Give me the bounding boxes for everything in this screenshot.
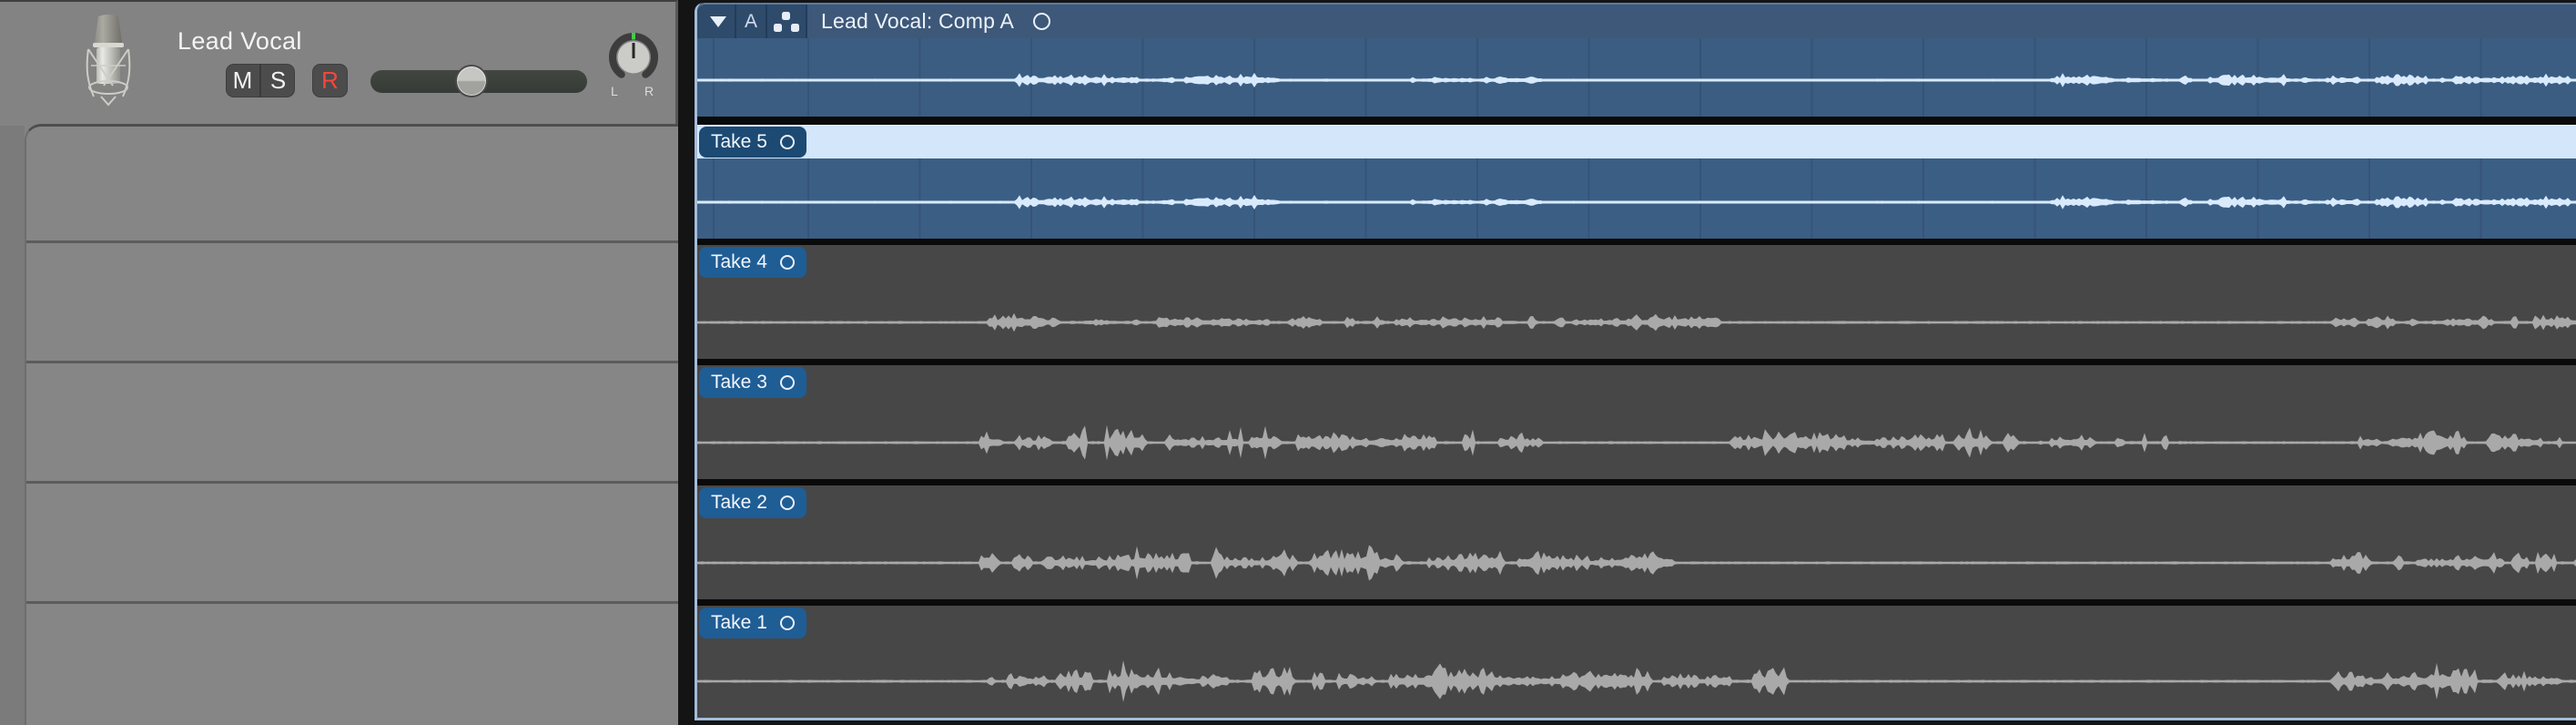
take-circle-icon xyxy=(780,616,795,630)
header-button-cells: A xyxy=(697,5,807,38)
track-lanes-panel[interactable] xyxy=(25,124,678,725)
disclosure-button[interactable] xyxy=(702,5,736,38)
take-folder-icon-button[interactable] xyxy=(767,5,807,38)
lane-gap xyxy=(697,117,2576,125)
comp-group-button[interactable]: A xyxy=(736,5,767,38)
volume-slider[interactable] xyxy=(370,70,587,93)
lane-separator xyxy=(26,601,678,604)
solo-button[interactable]: S xyxy=(261,64,295,97)
take-1-badge[interactable]: Take 1 xyxy=(699,608,806,638)
take-5-waveform xyxy=(697,158,2576,239)
logic-take-folder-view: Lead Vocal M S R L R xyxy=(0,0,2576,723)
take-badge-label: Take 5 xyxy=(711,131,767,153)
lane-gap xyxy=(697,599,2576,606)
microphone-track-icon[interactable] xyxy=(82,13,135,107)
lane-separator xyxy=(26,361,678,363)
lane-separator xyxy=(26,481,678,484)
comp-group-label: A xyxy=(745,11,757,33)
take-circle-icon xyxy=(780,255,795,270)
comp-lane[interactable] xyxy=(697,38,2576,117)
take-folder-header[interactable]: A Lead Vocal: Comp A xyxy=(697,3,2576,38)
take-5-badge[interactable]: Take 5 xyxy=(699,127,806,158)
track-header-panel[interactable]: Lead Vocal M S R L R xyxy=(0,0,678,723)
mute-solo-button-group: M S xyxy=(226,64,295,97)
pan-left-label: L xyxy=(611,84,618,98)
take-circle-icon xyxy=(780,375,795,390)
waveform-graphic xyxy=(697,158,2576,239)
mute-button[interactable]: M xyxy=(226,64,261,97)
disclosure-triangle-icon xyxy=(710,16,726,27)
waveform-graphic xyxy=(697,38,2576,117)
take-folder-icon xyxy=(774,11,799,33)
take-3-badge[interactable]: Take 3 xyxy=(699,367,806,398)
take-lane-5[interactable]: Take 5 xyxy=(697,125,2576,239)
take-lane-3[interactable]: Take 3 xyxy=(697,365,2576,479)
lane-gap xyxy=(697,239,2576,245)
take-1-waveform xyxy=(697,639,2576,718)
panel-left-margin xyxy=(0,126,25,725)
lane-gap xyxy=(697,479,2576,485)
comp-circle-icon xyxy=(1033,13,1050,30)
take-lane-1[interactable]: Take 1 xyxy=(697,606,2576,718)
take-circle-icon xyxy=(780,495,795,510)
take-badge-label: Take 1 xyxy=(711,612,767,634)
take-lane-2[interactable]: Take 2 xyxy=(697,485,2576,599)
lane-gap xyxy=(697,359,2576,365)
track-name[interactable]: Lead Vocal xyxy=(177,27,302,56)
waveform-graphic xyxy=(697,279,2576,359)
take-folder-title: Lead Vocal: Comp A xyxy=(821,9,1014,34)
take-badge-label: Take 2 xyxy=(711,492,767,514)
waveform-graphic xyxy=(697,399,2576,479)
take-badge-label: Take 4 xyxy=(711,251,767,273)
take-4-badge[interactable]: Take 4 xyxy=(699,247,806,278)
waveform-graphic xyxy=(697,639,2576,718)
waveform-graphic xyxy=(697,519,2576,599)
pan-knob[interactable] xyxy=(606,30,661,87)
take-4-waveform xyxy=(697,279,2576,359)
take-lane-4[interactable]: Take 4 xyxy=(697,245,2576,359)
pan-right-label: R xyxy=(644,84,654,98)
take-folder: A Lead Vocal: Comp A Take 5 xyxy=(695,3,2576,720)
take-5-selected-strip xyxy=(697,125,2576,158)
record-enable-button[interactable]: R xyxy=(312,64,348,97)
take-circle-icon xyxy=(780,135,795,149)
volume-slider-thumb[interactable] xyxy=(455,65,488,97)
take-badge-label: Take 3 xyxy=(711,372,767,393)
lane-separator xyxy=(26,240,678,243)
take-3-waveform xyxy=(697,399,2576,479)
comp-waveform xyxy=(697,38,2576,117)
take-2-badge[interactable]: Take 2 xyxy=(699,487,806,518)
take-2-waveform xyxy=(697,519,2576,599)
